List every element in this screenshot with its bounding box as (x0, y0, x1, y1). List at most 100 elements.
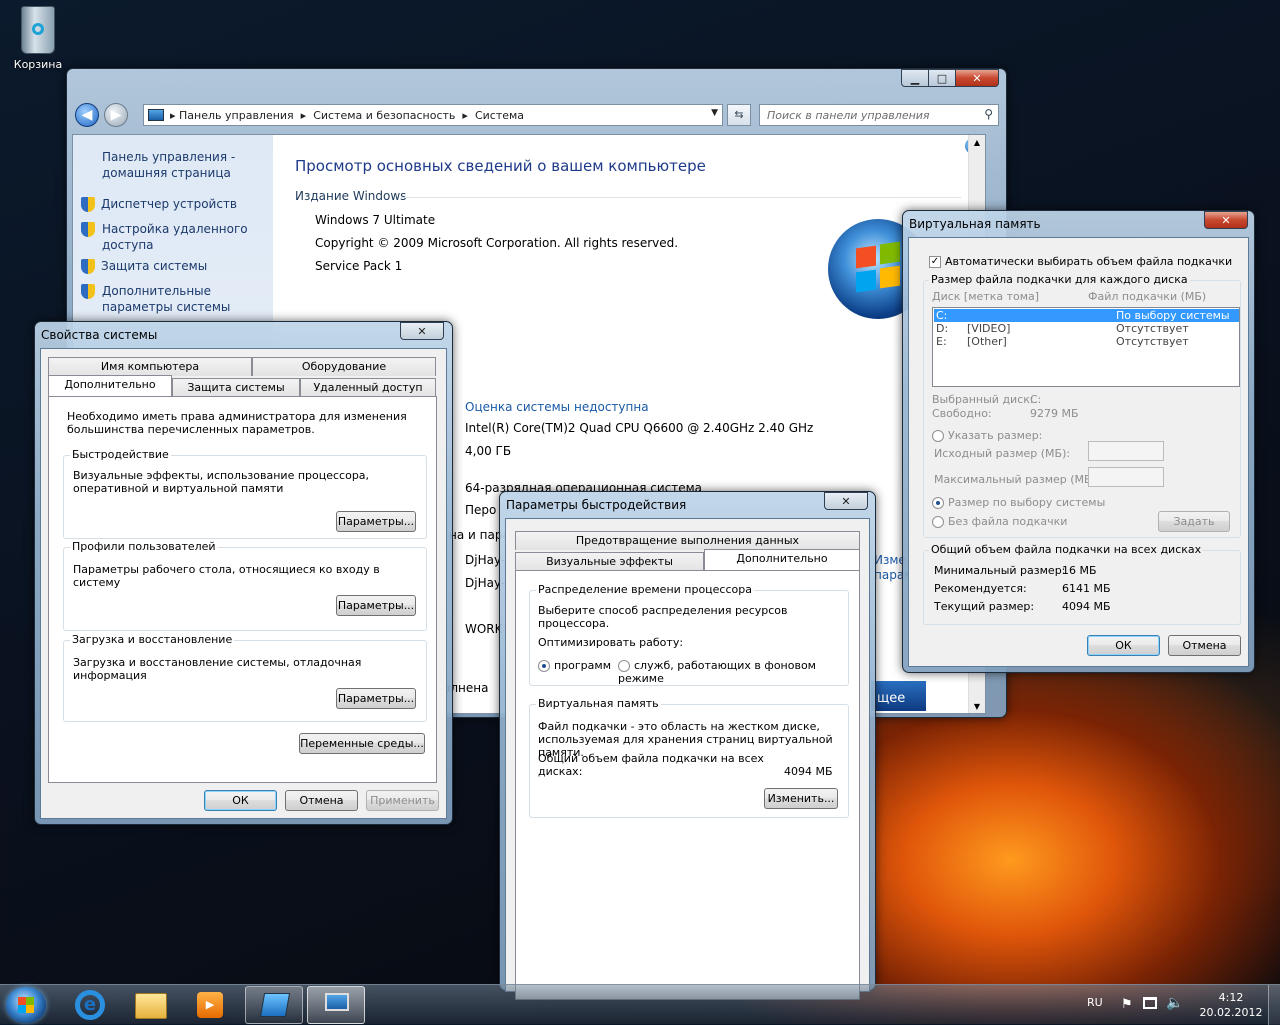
minimize-button[interactable]: ▁ (901, 69, 929, 87)
performance-settings-button[interactable]: Параметры... (336, 511, 416, 532)
tab-advanced[interactable]: Дополнительно (48, 375, 172, 396)
performance-options-dialog: Параметры быстродействия ✕ Предотвращени… (499, 491, 876, 1000)
breadcrumb-item[interactable]: Система (475, 109, 524, 122)
sidebar-home-link[interactable]: Панель управления - домашняя страница (102, 149, 252, 181)
radio-no-pagefile[interactable]: Без файла подкачки (932, 515, 1067, 528)
address-dropdown-icon[interactable]: ▼ (711, 108, 718, 118)
language-indicator[interactable]: RU (1087, 996, 1103, 1009)
rating-link[interactable]: Оценка системы недоступна (465, 400, 649, 414)
sidebar-item-remote[interactable]: Настройка удаленного доступа (81, 221, 261, 253)
total-group: Общий объем файла подкачки на всех диска… (923, 543, 1241, 625)
taskbar-control-panel[interactable] (245, 986, 303, 1024)
search-box[interactable]: Поиск в панели управления ⚲ (759, 104, 999, 126)
scroll-down-icon[interactable]: ▼ (969, 699, 985, 713)
cancel-button[interactable]: Отмена (1168, 635, 1241, 656)
recycle-bin[interactable]: Корзина (8, 6, 68, 71)
clock-date: 20.02.2012 (1199, 1006, 1263, 1019)
set-button[interactable]: Задать (1158, 511, 1230, 532)
ie-icon: e (75, 990, 105, 1020)
cpu-value: Intel(R) Core(TM)2 Quad CPU Q6600 @ 2.40… (465, 421, 814, 435)
shield-icon (81, 259, 95, 274)
service-pack: Service Pack 1 (315, 259, 403, 273)
control-panel-icon (259, 993, 291, 1017)
taskbar-ie[interactable]: e (61, 987, 119, 1023)
drive-row[interactable]: E: [Other] Отсутствует (934, 335, 1239, 348)
tab-visual-effects[interactable]: Визуальные эффекты (515, 552, 704, 571)
edition-header: Издание Windows (295, 189, 407, 203)
max-size-input[interactable] (1088, 467, 1164, 487)
genuine-banner[interactable]: щее (871, 681, 926, 711)
startup-settings-button[interactable]: Параметры... (336, 688, 416, 709)
radio-programs[interactable]: программ (538, 659, 611, 672)
tab-dep[interactable]: Предотвращение выполнения данных (515, 531, 860, 550)
env-variables-button[interactable]: Переменные среды... (299, 733, 425, 754)
dialog-title: Свойства системы (41, 328, 158, 342)
network-icon[interactable] (1143, 997, 1157, 1009)
maximize-button[interactable]: □ (928, 69, 956, 87)
taskbar-media-player[interactable]: ▶ (181, 987, 239, 1023)
computer-icon (325, 993, 349, 1011)
radio-on-icon (538, 660, 550, 672)
refresh-button[interactable]: ⇆ (727, 104, 751, 126)
start-button[interactable] (6, 987, 46, 1023)
radio-off-icon (618, 660, 630, 672)
sidebar-item-device-manager[interactable]: Диспетчер устройств (81, 197, 237, 212)
ok-button[interactable]: ОК (1087, 635, 1160, 656)
tab-remote[interactable]: Удаленный доступ (300, 378, 436, 397)
search-input[interactable]: Поиск в панели управления (767, 109, 930, 122)
folder-icon (135, 993, 167, 1019)
breadcrumb-item[interactable]: Панель управления (179, 109, 294, 122)
ok-button[interactable]: ОК (204, 790, 277, 811)
page-title: Просмотр основных сведений о вашем компь… (295, 157, 706, 175)
dialog-title: Параметры быстродействия (506, 498, 687, 512)
tab-hardware[interactable]: Оборудование (252, 357, 436, 376)
forward-button[interactable]: ▶ (104, 103, 128, 127)
change-button[interactable]: Изменить... (764, 788, 838, 809)
dialog-title: Виртуальная память (909, 217, 1041, 231)
volume-icon[interactable]: 🔈 (1166, 995, 1183, 1011)
shield-icon (81, 222, 95, 237)
drive-row[interactable]: C: По выбору системы (934, 309, 1239, 322)
radio-system-managed[interactable]: Размер по выбору системы (932, 496, 1105, 509)
close-button[interactable]: ✕ (824, 492, 868, 510)
radio-custom-size[interactable]: Указать размер: (932, 429, 1042, 442)
taskbar-system-properties[interactable] (307, 986, 365, 1024)
scroll-up-icon[interactable]: ▲ (969, 135, 985, 151)
initial-size-input[interactable] (1088, 441, 1164, 461)
tab-advanced[interactable]: Дополнительно (704, 549, 860, 570)
sidebar-item-protection[interactable]: Защита системы (81, 259, 207, 274)
tab-system-protection[interactable]: Защита системы (172, 378, 300, 397)
breadcrumb-item[interactable]: Система и безопасность (313, 109, 455, 122)
admin-notice: Необходимо иметь права администратора дл… (67, 410, 407, 436)
show-desktop-button[interactable] (1268, 985, 1280, 1025)
auto-manage-checkbox[interactable]: ✓ Автоматически выбирать объем файла подк… (929, 255, 1232, 268)
profiles-group: Профили пользователей Параметры рабочего… (63, 540, 427, 631)
total-pagefile-value: 4094 МБ (784, 765, 833, 778)
address-bar[interactable]: ▸ Панель управления ▸ Система и безопасн… (143, 104, 723, 126)
recycle-bin-label: Корзина (13, 58, 63, 71)
drive-row[interactable]: D: [VIDEO] Отсутствует (934, 322, 1239, 335)
shield-icon (81, 284, 95, 299)
close-button[interactable]: ✕ (400, 322, 444, 340)
cancel-button[interactable]: Отмена (285, 790, 358, 811)
system-properties-dialog: Свойства системы ✕ Имя компьютера Оборуд… (34, 321, 453, 825)
drive-list[interactable]: C: По выбору системы D: [VIDEO] Отсутств… (932, 307, 1240, 387)
virtual-memory-group: Виртуальная память Файл подкачки - это о… (529, 697, 849, 818)
apply-button[interactable]: Применить (366, 790, 439, 811)
tab-computer-name[interactable]: Имя компьютера (48, 357, 252, 376)
flag-icon[interactable]: ⚑ (1121, 997, 1133, 1012)
media-player-icon: ▶ (197, 992, 223, 1018)
close-button[interactable]: ✕ (955, 69, 999, 87)
search-icon[interactable]: ⚲ (984, 107, 993, 121)
radio-services[interactable]: служб, работающих в фоновом режиме (618, 659, 848, 685)
profiles-settings-button[interactable]: Параметры... (336, 595, 416, 616)
min-size-value: 16 МБ (1062, 564, 1097, 577)
computer-icon (148, 109, 164, 121)
sidebar-item-advanced[interactable]: Дополнительные параметры системы (81, 283, 266, 315)
close-button[interactable]: ✕ (1204, 211, 1248, 229)
taskbar-explorer[interactable] (121, 987, 179, 1023)
performance-group: Быстродействие Визуальные эффекты, испол… (63, 448, 427, 539)
pen-value: Перо (465, 503, 497, 517)
back-button[interactable]: ◀ (75, 103, 99, 127)
clock[interactable]: 4:12 20.02.2012 (1196, 990, 1266, 1020)
